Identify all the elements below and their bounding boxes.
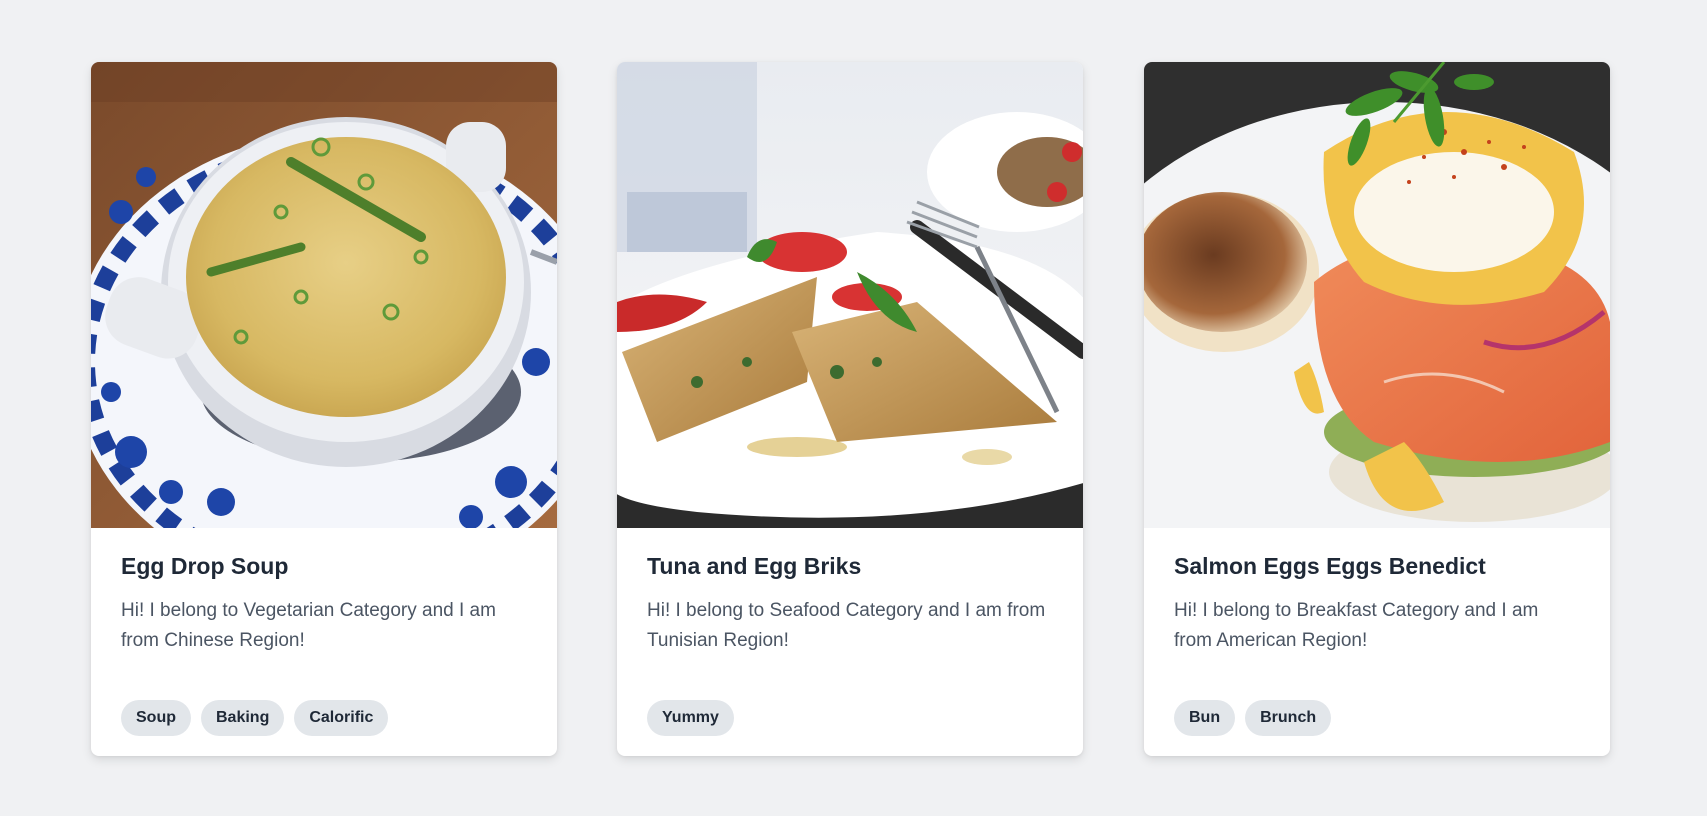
tag-list: Bun Brunch [1174, 700, 1332, 736]
tuna-egg-briks-image[interactable] [617, 62, 1083, 528]
recipe-card[interactable]: Egg Drop Soup Hi! I belong to Vegetarian… [91, 62, 557, 756]
tag-chip[interactable]: Soup [121, 700, 191, 736]
tag-chip[interactable]: Brunch [1245, 700, 1332, 736]
tag-list: Yummy [647, 700, 734, 736]
tag-list: Soup Baking Calorific [121, 700, 389, 736]
salmon-eggs-benedict-image[interactable] [1144, 62, 1610, 528]
recipe-description: Hi! I belong to Vegetarian Category and … [121, 599, 496, 651]
recipe-card[interactable]: Tuna and Egg Briks Hi! I belong to Seafo… [617, 62, 1083, 756]
recipe-title: Salmon Eggs Eggs Benedict [1174, 553, 1486, 579]
egg-drop-soup-image[interactable] [91, 62, 557, 528]
recipe-title: Tuna and Egg Briks [647, 553, 862, 579]
recipe-title: Egg Drop Soup [121, 553, 289, 579]
salmon-eggs-benedict-photo-icon [1144, 62, 1610, 528]
tag-chip[interactable]: Calorific [294, 700, 389, 736]
tag-chip[interactable]: Yummy [647, 700, 734, 736]
recipe-description: Hi! I belong to Breakfast Category and I… [1174, 599, 1539, 651]
egg-drop-soup-photo-icon [91, 62, 557, 528]
tuna-egg-briks-photo-icon [617, 62, 1083, 528]
tag-chip[interactable]: Baking [201, 700, 285, 736]
tag-chip[interactable]: Bun [1174, 700, 1236, 736]
recipe-card-grid: Egg Drop Soup Hi! I belong to Vegetarian… [0, 0, 1707, 816]
recipe-card[interactable]: Salmon Eggs Eggs Benedict Hi! I belong t… [1144, 62, 1610, 756]
recipe-description: Hi! I belong to Seafood Category and I a… [647, 599, 1046, 651]
